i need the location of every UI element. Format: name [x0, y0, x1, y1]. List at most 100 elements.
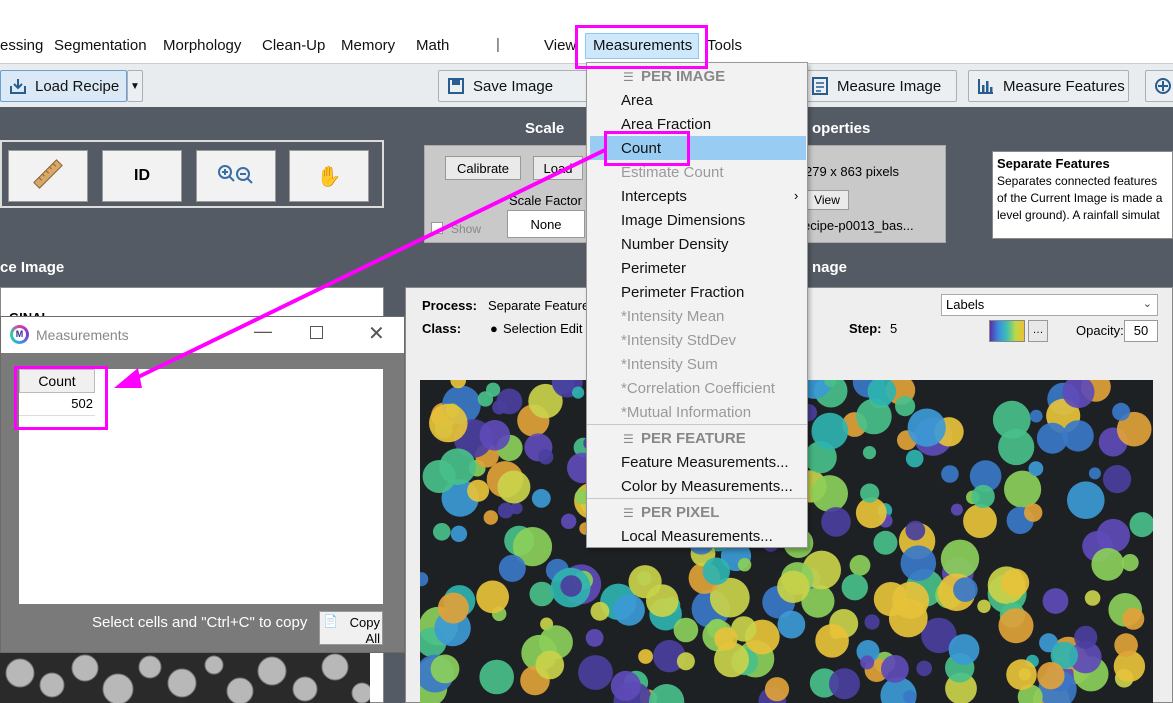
ruler-button[interactable] [8, 150, 88, 202]
particle-blob [873, 530, 898, 555]
menu-item-color-by-measurements[interactable]: Color by Measurements... [621, 478, 793, 495]
separate-features-title: Separate Features [997, 156, 1110, 171]
copy-all-label: Copy All [349, 615, 380, 646]
show-checkbox[interactable] [431, 222, 443, 234]
zoom-icon [216, 163, 256, 190]
particle-blob [905, 520, 926, 541]
labels-select[interactable]: Labels ⌄ [941, 294, 1158, 316]
load-scale-button[interactable]: Load [533, 156, 583, 180]
pan-button[interactable]: ✋ [289, 150, 369, 202]
particle-blob [1006, 659, 1037, 690]
measure-image-icon [811, 77, 829, 95]
list-icon: ☰ [623, 70, 634, 84]
step-value: 5 [890, 321, 898, 336]
particle-blob [429, 403, 468, 443]
copy-all-button[interactable]: 📄 Copy All [319, 611, 383, 646]
measurements-titlebar: M Measurements — ✕ [1, 317, 404, 353]
menu-segmentation[interactable]: Segmentation [54, 37, 147, 54]
id-button[interactable]: ID [102, 150, 182, 202]
particle-blob [538, 449, 554, 465]
menu-divider [587, 424, 807, 425]
scale-factor-label: Scale Factor [509, 193, 582, 208]
particle-blob [476, 580, 509, 614]
id-label: ID [134, 167, 150, 184]
process-label: Process: [422, 298, 477, 313]
particle-blob [905, 449, 924, 468]
particle-blob [881, 655, 909, 683]
image-dimensions-text: 279 x 863 pixels [805, 164, 899, 179]
per-image-header: PER IMAGE [641, 68, 726, 85]
scale-factor-field[interactable]: None [507, 210, 585, 238]
save-image-button[interactable]: Save Image [438, 70, 588, 102]
load-recipe-label: Load Recipe [35, 77, 120, 95]
chevron-right-icon: › [794, 188, 799, 203]
particle-blob [529, 581, 555, 607]
particle-blob [590, 601, 610, 621]
menu-item-local-measurements[interactable]: Local Measurements... [621, 528, 773, 545]
close-icon[interactable]: ✕ [368, 321, 385, 346]
source-image-view[interactable] [0, 653, 370, 703]
particle-blob [900, 545, 937, 581]
current-image-title: nage [812, 259, 848, 276]
opacity-field[interactable]: 50 [1124, 320, 1158, 342]
particle-blob [648, 684, 685, 703]
particle-blob [940, 539, 980, 578]
menu-view[interactable]: View [544, 37, 576, 54]
menu-item-number-density[interactable]: Number Density [621, 236, 729, 253]
particle-blob [916, 660, 932, 677]
colormap-more-button[interactable]: … [1028, 320, 1048, 342]
particle-blob [479, 659, 514, 695]
measure-features-button[interactable]: Measure Features [968, 70, 1129, 102]
particle-blob [888, 598, 928, 638]
class-radio[interactable]: ● [490, 321, 498, 336]
particle-blob [903, 690, 917, 703]
particle-blob [998, 428, 1035, 466]
per-feature-header: PER FEATURE [641, 430, 746, 447]
particle-blob [467, 479, 490, 502]
extra-tool-button[interactable] [1145, 70, 1173, 102]
particle-blob [1037, 662, 1065, 690]
particle-blob [1088, 467, 1101, 480]
menu-item-intercepts[interactable]: Intercepts [621, 188, 687, 205]
maximize-icon[interactable] [310, 326, 323, 339]
minimize-icon[interactable]: — [254, 321, 272, 342]
particle-blob [811, 412, 849, 450]
colormap-swatch[interactable] [989, 320, 1025, 342]
copy-hint: Select cells and "Ctrl+C" to copy [92, 614, 308, 631]
calibrate-button[interactable]: Calibrate [445, 156, 521, 180]
separate-features-description: Separates connected features of the Curr… [997, 174, 1163, 222]
properties-title: operties [812, 120, 871, 137]
particle-blob [585, 629, 604, 647]
view-button[interactable]: View [805, 190, 849, 210]
particle-blob [1129, 512, 1153, 538]
measurements-window-title: Measurements [36, 327, 129, 343]
menu-morphology[interactable]: Morphology [163, 37, 241, 54]
annotation-box-count-item [604, 131, 690, 166]
particle-blob [811, 475, 848, 512]
measure-image-button[interactable]: Measure Image [800, 70, 957, 102]
load-recipe-dropdown[interactable]: ▼ [127, 70, 143, 102]
particle-blob [497, 470, 531, 504]
menu-item-intensity-sum: *Intensity Sum [621, 356, 718, 373]
menu-processing[interactable]: essing [0, 37, 43, 54]
scale-panel: Calibrate Load Scale Factor None Show [424, 145, 590, 243]
particle-blob [737, 558, 752, 572]
zoom-button[interactable] [196, 150, 276, 202]
particle-blob [907, 408, 946, 447]
menu-tools[interactable]: Tools [707, 37, 742, 54]
particle-blob [841, 574, 868, 601]
particle-blob [433, 523, 451, 541]
menu-memory[interactable]: Memory [341, 37, 395, 54]
menu-math[interactable]: Math [416, 37, 449, 54]
menu-cleanup[interactable]: Clean-Up [262, 37, 325, 54]
menu-item-perimeter-fraction[interactable]: Perimeter Fraction [621, 284, 744, 301]
particle-blob [479, 420, 511, 451]
menu-item-feature-measurements[interactable]: Feature Measurements... [621, 454, 789, 471]
menu-item-area[interactable]: Area [621, 92, 653, 109]
particle-blob [971, 484, 995, 509]
particle-blob [1084, 590, 1101, 606]
particle-blob [815, 624, 849, 658]
menu-item-image-dimensions[interactable]: Image Dimensions [621, 212, 745, 229]
menu-item-perimeter[interactable]: Perimeter [621, 260, 686, 277]
load-recipe-button[interactable]: Load Recipe [0, 70, 127, 102]
